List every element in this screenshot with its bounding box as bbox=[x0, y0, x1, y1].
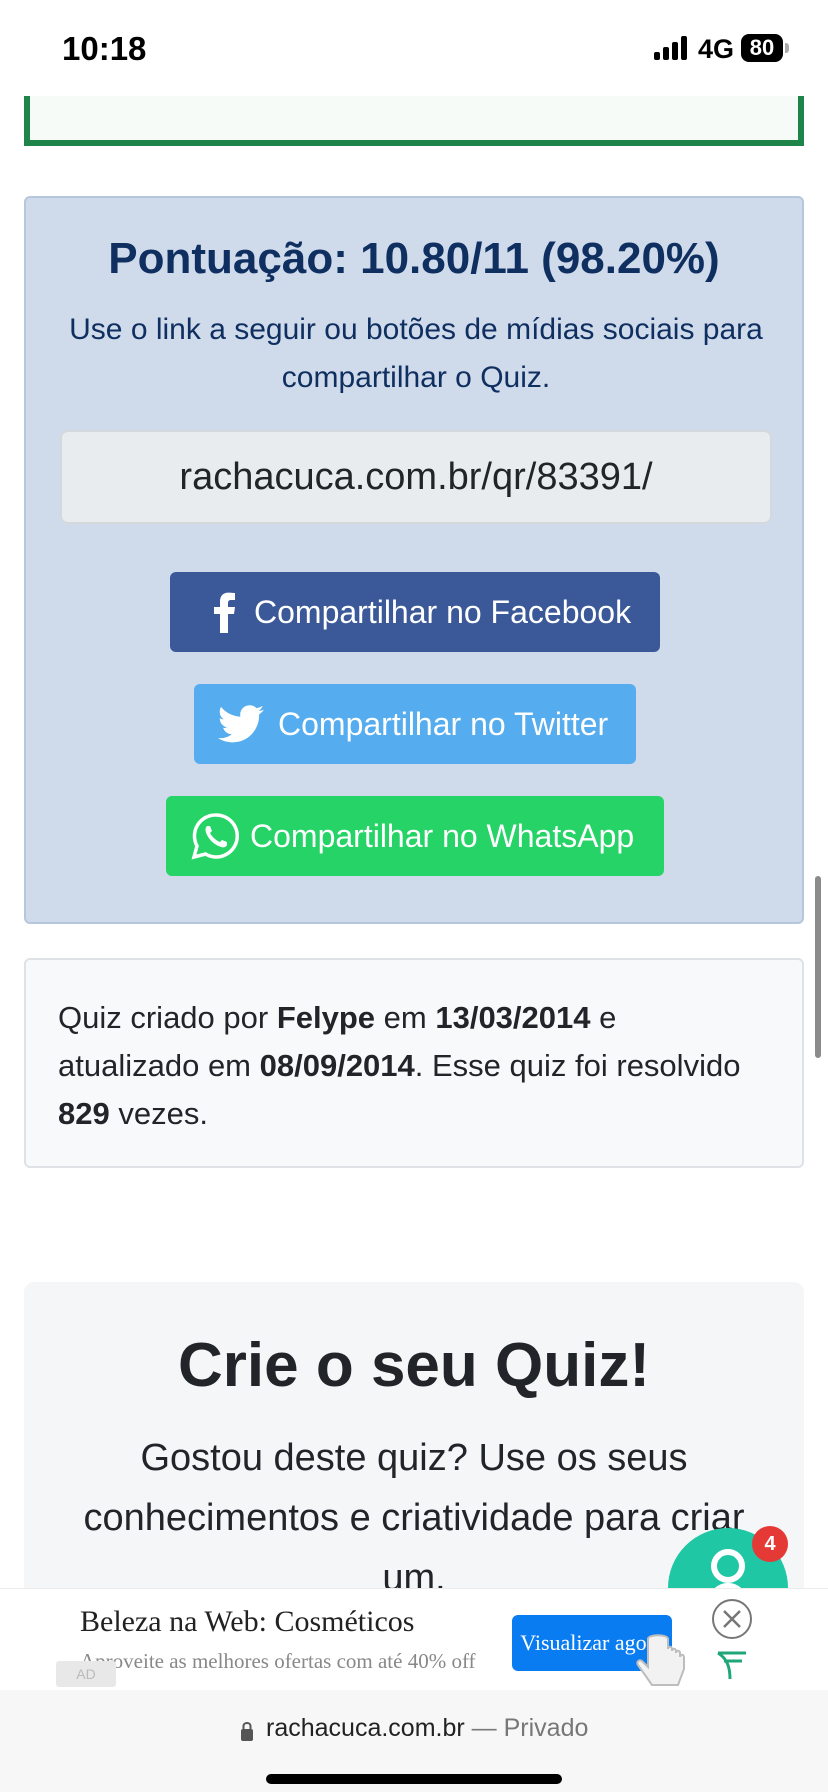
quiz-created-date: 13/03/2014 bbox=[435, 1000, 591, 1035]
ad-mark: AD bbox=[56, 1661, 116, 1687]
whatsapp-icon bbox=[191, 813, 239, 860]
ad-description: Aproveite as melhores ofertas com até 40… bbox=[80, 1649, 476, 1673]
quiz-updated-date: 08/09/2014 bbox=[259, 1048, 415, 1083]
signal-icon bbox=[654, 36, 690, 60]
share-whatsapp-label: Compartilhar no WhatsApp bbox=[250, 818, 635, 854]
battery-icon: 80 bbox=[741, 34, 789, 62]
share-facebook-button[interactable]: Compartilhar no Facebook bbox=[170, 572, 660, 652]
browser-url-bar[interactable]: rachacuca.com.br — Privado bbox=[0, 1690, 828, 1792]
quiz-author: Felype bbox=[276, 1000, 376, 1035]
ad-banner[interactable]: Beleza na Web: Cosméticos Aproveite as m… bbox=[0, 1588, 828, 1691]
quiz-info-card: Quiz criado por Felype em 13/03/2014 e a… bbox=[24, 958, 804, 1168]
score-card: Pontuação: 10.80/11 (98.20%) Use o link … bbox=[24, 196, 804, 924]
status-time: 10:18 bbox=[62, 30, 147, 67]
share-facebook-label: Compartilhar no Facebook bbox=[254, 594, 632, 630]
create-quiz-text: Gostou deste quiz? Use os seus conhecime… bbox=[83, 1437, 745, 1599]
facebook-icon bbox=[214, 592, 235, 633]
quiz-info-text: Quiz criado por Felype em 13/03/2014 e a… bbox=[58, 1000, 741, 1131]
network-label: 4G bbox=[698, 34, 735, 64]
url-separator: — bbox=[464, 1714, 504, 1742]
quiz-solved-count: 829 bbox=[58, 1096, 110, 1131]
scrollbar-thumb[interactable] bbox=[815, 876, 821, 1058]
status-bar: 10:18 4G 80 bbox=[0, 0, 828, 96]
notification-badge: 4 bbox=[752, 1526, 788, 1562]
share-whatsapp-button[interactable]: Compartilhar no WhatsApp bbox=[166, 796, 664, 876]
share-twitter-button[interactable]: Compartilhar no Twitter bbox=[194, 684, 636, 764]
share-twitter-label: Compartilhar no Twitter bbox=[278, 706, 609, 742]
share-instructions: Use o link a seguir ou botões de mídias … bbox=[69, 313, 763, 394]
url-text[interactable]: rachacuca.com.br — Privado bbox=[266, 1714, 588, 1743]
ad-network-logo-icon bbox=[717, 1651, 746, 1680]
create-quiz-title: Crie o seu Quiz! bbox=[178, 1331, 650, 1400]
home-indicator[interactable] bbox=[266, 1774, 562, 1784]
pointer-hand-icon bbox=[636, 1634, 685, 1686]
private-mode-label: Privado bbox=[503, 1714, 589, 1742]
ad-close-icon[interactable] bbox=[710, 1597, 754, 1641]
twitter-icon bbox=[218, 705, 264, 743]
url-domain: rachacuca.com.br bbox=[266, 1714, 465, 1742]
share-link-field[interactable]: rachacuca.com.br/qr/83391/ bbox=[60, 430, 772, 524]
lock-icon bbox=[241, 1722, 253, 1741]
score-title: Pontuação: 10.80/11 (98.20%) bbox=[108, 234, 720, 283]
ad-title[interactable]: Beleza na Web: Cosméticos bbox=[80, 1605, 414, 1639]
